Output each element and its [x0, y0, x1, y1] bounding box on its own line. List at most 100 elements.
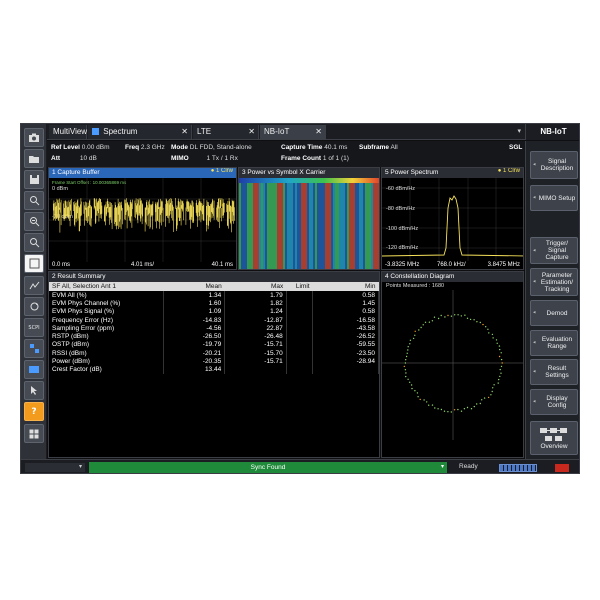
trace-sample	[162, 207, 164, 222]
save-icon[interactable]	[24, 170, 44, 189]
table-cell: 1.60	[163, 299, 226, 308]
trace-sample	[167, 203, 169, 216]
left-toolbar: SCPI ?	[21, 124, 47, 473]
signal-description-button[interactable]: ◂ Signal Description	[530, 151, 578, 179]
tab-multiview[interactable]: MultiView	[49, 125, 87, 139]
help-pointer-icon[interactable]	[24, 381, 44, 400]
sequencer-icon[interactable]	[24, 339, 44, 358]
constellation-point	[417, 396, 419, 398]
constellation-point	[440, 408, 443, 411]
result-summary-panel[interactable]: 2 Result Summary SF All, Selection Ant 1…	[48, 271, 380, 458]
trace-sample	[84, 207, 86, 221]
trace-sample	[177, 207, 178, 226]
result-settings-button[interactable]: ◂ Result Settings	[530, 359, 578, 385]
trace-sample	[105, 201, 107, 215]
capture-buffer-panel[interactable]: 1 Capture Buffer ● 1 Clrw Frame Start Of…	[48, 167, 237, 270]
parameter-estimation-button[interactable]: ◂ Parameter Estimation/ Tracking	[530, 268, 578, 296]
heatmap-column	[281, 183, 283, 269]
trace-sample	[180, 205, 182, 226]
trace-sample	[158, 199, 159, 209]
evaluation-range-button[interactable]: ◂ Evaluation Range	[530, 330, 578, 356]
constellation-point	[498, 345, 501, 347]
power-vs-symbol-panel[interactable]: 3 Power vs Symbol X Carrier	[238, 167, 380, 270]
panel-title: 3 Power vs Symbol X Carrier	[239, 168, 379, 178]
multi-zoom-icon[interactable]	[24, 212, 44, 231]
table-row: Crest Factor (dB) 13.44	[49, 365, 379, 374]
trace-sample	[60, 202, 61, 213]
constellation-panel[interactable]: 4 Constellation Diagram Points Measured …	[381, 271, 524, 458]
trace-sample	[206, 206, 207, 232]
status-dropdown[interactable]: ▾	[25, 463, 85, 472]
zoom-out-icon[interactable]	[24, 233, 44, 252]
trace-sample	[226, 203, 227, 213]
open-folder-icon[interactable]	[24, 149, 44, 168]
tab-nb-iot[interactable]: NB-IoT ✕	[260, 125, 326, 139]
help-icon[interactable]: ?	[24, 402, 44, 421]
scpi-icon[interactable]: SCPI	[24, 318, 44, 337]
demod-button[interactable]: ◂ Demod	[530, 300, 578, 326]
constellation-point	[469, 318, 472, 321]
heatmap-column	[259, 183, 261, 269]
trace-sample	[116, 207, 117, 230]
trace-sample	[207, 201, 208, 216]
trace-sample	[140, 198, 141, 222]
tab-lte[interactable]: LTE ✕	[193, 125, 259, 139]
trace-sample	[218, 198, 220, 209]
trace-sample	[126, 198, 127, 212]
table-cell: -26.50	[163, 332, 226, 341]
constellation-point	[420, 326, 422, 329]
power-spectrum-panel[interactable]: 5 Power Spectrum ● 1 Clrw -60 dBm/Hz -80…	[381, 167, 524, 270]
trace-sample	[159, 207, 160, 229]
table-cell: 0.58	[312, 291, 379, 300]
arrow-icon: ◂	[533, 247, 536, 253]
trace-sample	[187, 201, 188, 212]
heatmap-column	[307, 183, 309, 269]
softkey-label: Display Config	[546, 395, 568, 409]
mimo-value: 1 Tx / 1 Rx	[206, 155, 238, 162]
mimo-setup-button[interactable]: ◂ MIMO Setup	[530, 185, 578, 211]
trace-sample	[197, 205, 199, 217]
trace-sample	[200, 202, 201, 211]
close-icon[interactable]: ✕	[315, 125, 322, 139]
tab-spectrum[interactable]: Spectrum ✕	[88, 125, 192, 139]
table-cell: 1.45	[312, 299, 379, 308]
record-indicator	[555, 464, 569, 472]
display-config-button[interactable]: ◂ Display Config	[530, 389, 578, 415]
constellation-point	[414, 330, 416, 332]
capture-time-value: 40.1 ms	[324, 144, 348, 151]
constellation-point	[457, 408, 459, 411]
constellation-point	[460, 315, 462, 317]
camera-icon[interactable]	[24, 128, 44, 147]
close-icon[interactable]: ✕	[181, 125, 188, 139]
overview-button[interactable]: Overview	[530, 421, 578, 455]
trace-sample	[57, 200, 58, 218]
sync-label: Sync Found	[250, 464, 286, 471]
constellation-point	[414, 334, 416, 336]
heatmap-column	[311, 183, 313, 269]
table-row: RSTP (dBm) -26.50 -26.48 -26.52	[49, 332, 379, 341]
constellation-point	[498, 378, 500, 381]
trace-sample	[196, 200, 197, 216]
overview-icon	[540, 427, 567, 441]
close-icon[interactable]: ✕	[248, 125, 255, 139]
table-cell	[286, 315, 314, 325]
ready-status: Ready	[459, 463, 478, 470]
heatmap-column	[349, 183, 351, 269]
channel-info-bar[interactable]: Ref Level 0.00 dBm Freq 2.3 GHz Mode DL …	[47, 141, 525, 167]
marker-icon[interactable]	[24, 276, 44, 295]
trace-sample	[115, 205, 116, 222]
windows-icon[interactable]	[24, 424, 44, 443]
trace-sample	[83, 201, 85, 214]
constellation-point	[418, 329, 420, 331]
zoom-reset-icon[interactable]	[24, 254, 44, 273]
trigger-signal-capture-button[interactable]: ◂ Trigger/ Signal Capture	[530, 237, 578, 264]
zoom-icon[interactable]	[24, 191, 44, 210]
x-end: 3.8475 MHz	[487, 262, 520, 268]
refresh-icon[interactable]	[24, 297, 44, 316]
screen-icon[interactable]	[24, 360, 44, 379]
sync-status[interactable]: Sync Found ▾	[89, 462, 447, 473]
trace-sample	[230, 205, 231, 223]
chevron-down-icon[interactable]: ▾	[517, 125, 521, 139]
trace-sample	[101, 205, 103, 214]
trace-sample	[147, 207, 149, 227]
